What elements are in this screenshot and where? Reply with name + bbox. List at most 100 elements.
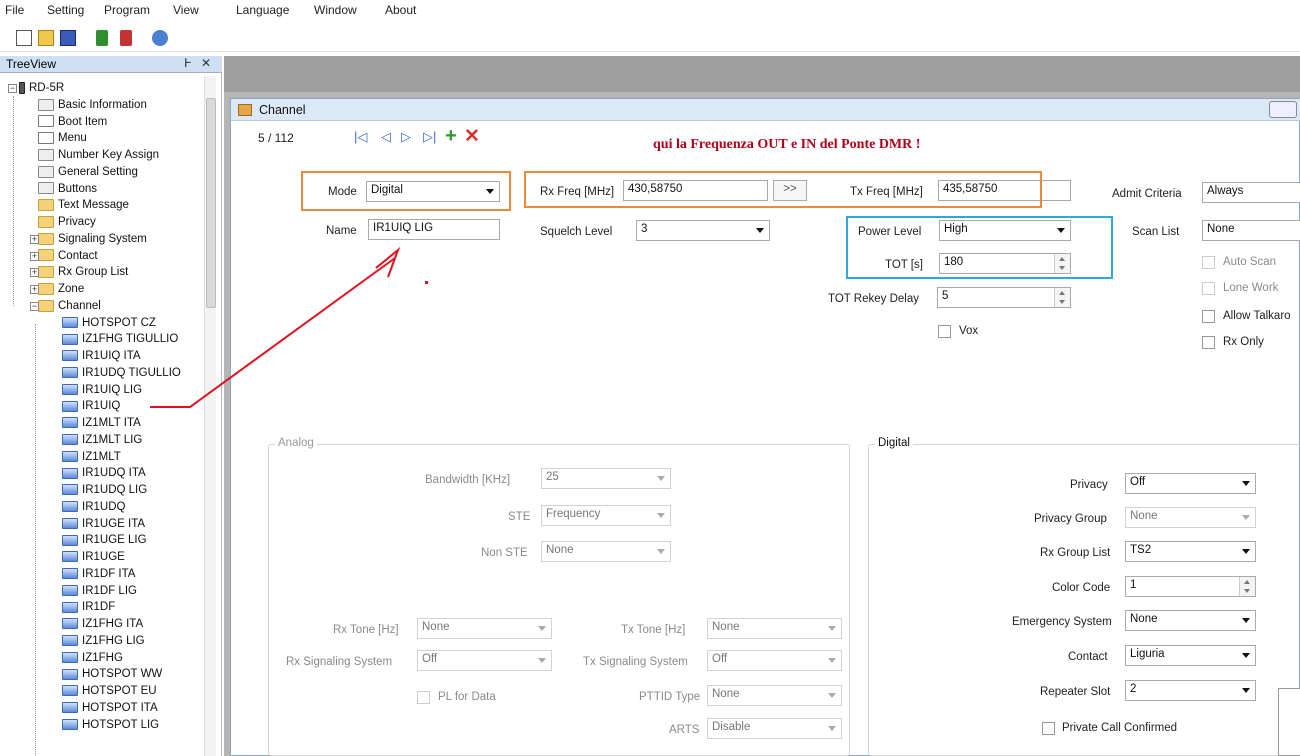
tx-tone-select[interactable]: None [707,618,842,639]
tree-item[interactable]: Number Key Assign [38,147,159,163]
emergency-system-label: Emergency System [1012,616,1112,628]
next-record-icon[interactable]: ▷ [401,129,411,145]
admit-criteria-select[interactable]: Always [1202,182,1300,203]
tree-root[interactable]: RD-5R [19,80,64,96]
ste-select[interactable]: Frequency [541,505,671,526]
tot-rekey-input[interactable]: 5 [937,287,1071,308]
tree-channel-item[interactable]: IR1DF [62,599,115,615]
tree-channel-item[interactable]: HOTSPOT LIG [62,717,159,733]
tree-channel-item[interactable]: IZ1MLT LIG [62,432,142,448]
expander-icon[interactable]: + [30,234,39,244]
tree-channel-item[interactable]: IZ1FHG ITA [62,616,143,632]
tree-item[interactable]: Text Message [38,197,129,213]
tree-item[interactable]: Signaling System [38,231,147,247]
private-call-checkbox[interactable] [1042,722,1055,735]
read-from-radio-icon[interactable] [96,30,108,46]
bandwidth-select[interactable]: 25 [541,468,671,489]
menu-view[interactable]: View [173,3,199,17]
scan-list-select[interactable]: None [1202,220,1300,241]
squelch-select[interactable]: 3 [636,220,770,241]
tree-channel-item[interactable]: IR1DF LIG [62,583,137,599]
scroll-thumb[interactable] [206,98,216,308]
add-record-icon[interactable]: + [445,125,457,148]
tree-item[interactable]: Contact [38,248,98,264]
last-record-icon[interactable]: ▷| [423,129,436,145]
write-to-radio-icon[interactable] [120,30,132,46]
repeater-slot-select[interactable]: 2 [1125,680,1256,701]
tree-channel-item[interactable]: IR1UDQ TIGULLIO [62,365,181,381]
menu-program[interactable]: Program [104,3,150,17]
tree-item[interactable]: Buttons [38,181,97,197]
treeview-scrollbar[interactable] [204,76,216,756]
lone-work-checkbox[interactable] [1202,282,1215,295]
arts-select[interactable]: Disable [707,718,842,739]
tree-channel-item[interactable]: IR1UGE [62,549,125,565]
auto-scan-checkbox[interactable] [1202,256,1215,269]
tree-channel-item[interactable]: IR1UGE LIG [62,532,147,548]
tree-channel-item[interactable]: IZ1MLT [62,449,121,465]
tree-item[interactable]: Basic Information [38,97,147,113]
rx-group-list-select[interactable]: TS2 [1125,541,1256,562]
pin-icon[interactable]: Ͱ [184,56,192,70]
tree-item[interactable]: Menu [38,130,87,146]
expander-icon[interactable]: − [8,84,17,93]
tree-channel-item[interactable]: IR1DF ITA [62,566,135,582]
tree-channel-item[interactable]: IR1UIQ LIG [62,382,142,398]
expander-icon[interactable]: + [30,285,39,294]
tree-item[interactable]: General Setting [38,164,138,180]
delete-record-icon[interactable]: ✕ [464,125,480,148]
new-icon[interactable] [16,30,32,46]
color-code-input[interactable]: 1 [1125,576,1256,597]
tree-channel-item[interactable]: IZ1FHG TIGULLIO [62,331,178,347]
pl-for-data-checkbox[interactable] [417,691,430,704]
privacy-select[interactable]: Off [1125,473,1256,494]
tree-channel-item[interactable]: HOTSPOT CZ [62,315,156,331]
first-record-icon[interactable]: |◁ [354,129,367,145]
tree-channel-item[interactable]: IZ1MLT ITA [62,415,141,431]
tree-channel-item[interactable]: HOTSPOT EU [62,683,157,699]
tree-channel-item[interactable]: IZ1FHG [62,650,123,666]
tree-item[interactable]: Boot Item [38,114,107,130]
channel-icon [62,584,78,596]
close-icon[interactable]: ✕ [201,56,211,70]
tree-channel-item[interactable]: IR1UDQ LIG [62,482,147,498]
prev-record-icon[interactable]: ◁ [381,129,391,145]
tree-item[interactable]: Zone [38,281,84,297]
tree-channel-item[interactable]: IZ1FHG LIG [62,633,145,649]
tree-channel-item[interactable]: IR1UIQ ITA [62,348,141,364]
minimize-button[interactable] [1269,101,1297,118]
expander-icon[interactable]: + [30,251,39,261]
help-icon[interactable] [152,30,168,46]
tree-channel-item[interactable]: HOTSPOT ITA [62,700,158,716]
menu-about[interactable]: About [385,3,416,17]
rx-tone-select[interactable]: None [417,618,552,639]
tree-item[interactable]: Channel [38,298,101,314]
tree-channel-item[interactable]: IR1UGE ITA [62,516,145,532]
menu-language[interactable]: Language [236,3,289,17]
tx-signaling-select[interactable]: Off [707,650,842,671]
menu-window[interactable]: Window [314,3,357,17]
expander-icon[interactable]: − [30,301,39,311]
menu-file[interactable]: File [5,3,24,17]
name-input[interactable]: IR1UIQ LIG [368,219,500,240]
tree-channel-item[interactable]: IR1UDQ ITA [62,465,146,481]
save-icon[interactable] [60,30,76,46]
tree-item[interactable]: Privacy [38,214,96,230]
tree-channel-item[interactable]: IR1UDQ [62,499,125,515]
open-icon[interactable] [38,30,54,46]
allow-talkaround-checkbox[interactable] [1202,310,1215,323]
tree-channel-item[interactable]: IR1UIQ [62,398,120,414]
tree-item[interactable]: Rx Group List [38,264,128,280]
tree-channel-item[interactable]: HOTSPOT WW [62,666,162,682]
vox-checkbox[interactable] [938,325,951,338]
non-ste-select[interactable]: None [541,541,671,562]
menu-setting[interactable]: Setting [47,3,84,17]
rx-only-checkbox[interactable] [1202,336,1215,349]
rx-signaling-select[interactable]: Off [417,650,552,671]
expander-icon[interactable]: + [30,268,39,278]
contact-select[interactable]: Liguria [1125,645,1256,666]
emergency-system-select[interactable]: None [1125,610,1256,631]
privacy-group-select[interactable]: None [1125,507,1256,528]
pttid-type-select[interactable]: None [707,685,842,706]
channel-icon [62,568,78,580]
